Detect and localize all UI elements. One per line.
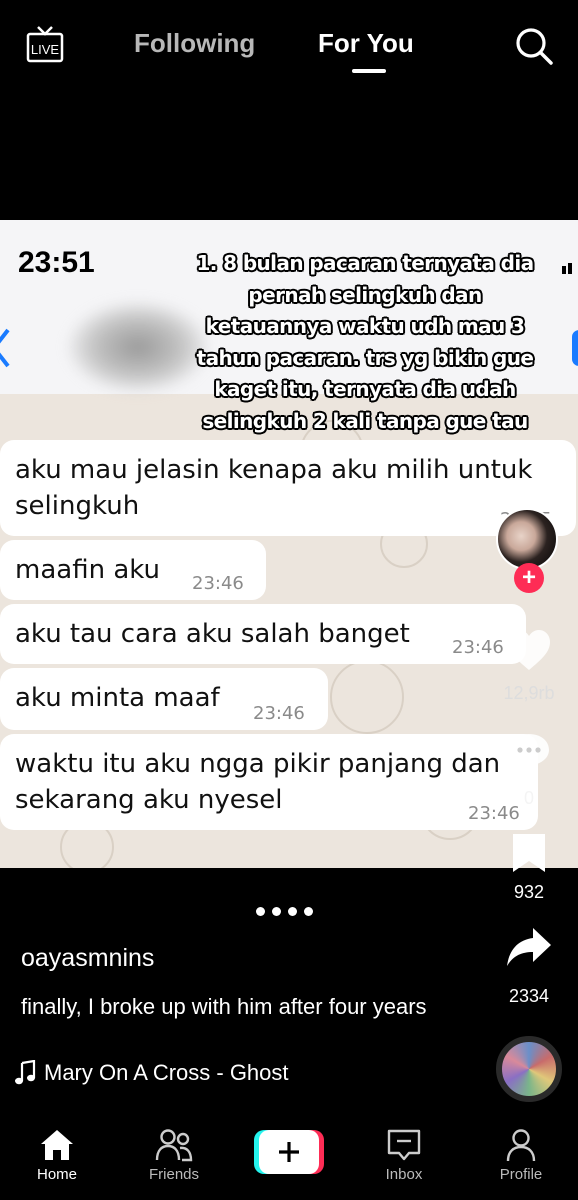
- bookmark-icon[interactable]: [511, 832, 547, 874]
- chat-message: maafin aku 23:46: [0, 540, 266, 600]
- post-description[interactable]: finally, I broke up with him after four …: [21, 994, 427, 1020]
- comment-icon[interactable]: [506, 730, 552, 774]
- tab-for-you[interactable]: For You: [318, 28, 414, 59]
- nav-home[interactable]: Home: [17, 1128, 97, 1183]
- chat-message: waktu itu aku ngga pikir panjang dan sek…: [0, 734, 538, 830]
- creator-avatar[interactable]: [496, 508, 558, 570]
- message-time: 23:46: [253, 703, 305, 724]
- chat-message: aku tau cara aku salah banget 23:46: [0, 604, 526, 664]
- back-chevron-icon: [0, 328, 10, 368]
- caption-line: ketauannya waktu udh mau 3: [205, 314, 525, 338]
- search-icon[interactable]: [514, 26, 554, 66]
- nav-home-label: Home: [36, 1166, 77, 1183]
- status-time: 23:51: [18, 246, 95, 279]
- chat-message: aku minta maaf 23:46: [0, 668, 328, 730]
- music-note-icon: [15, 1060, 36, 1085]
- message-time: 23:46: [192, 573, 244, 594]
- follow-plus-icon[interactable]: +: [514, 563, 544, 593]
- username[interactable]: oayasmnins: [21, 944, 154, 973]
- caption-line: 1. 8 bulan pacaran ternyata dia: [196, 251, 534, 275]
- message-text: sekarang aku nyesel: [15, 785, 283, 815]
- caption-line: kaget itu, ternyata dia udah: [214, 377, 516, 401]
- create-plus-button[interactable]: [254, 1130, 324, 1174]
- nav-inbox[interactable]: Inbox: [364, 1128, 444, 1183]
- video-caption: 1. 8 bulan pacaran ternyata dia pernah s…: [170, 248, 560, 437]
- music-disc[interactable]: [496, 1036, 562, 1102]
- heart-icon[interactable]: [506, 628, 552, 672]
- chat-message: aku mau jelasin kenapa aku milih untuk s…: [0, 440, 576, 536]
- tab-following[interactable]: Following: [134, 28, 255, 59]
- nav-inbox-label: Inbox: [385, 1166, 423, 1183]
- caption-line: pernah selingkuh dan: [248, 282, 482, 307]
- bookmark-count: 932: [513, 882, 545, 902]
- caption-line: selingkuh 2 kali tanpa gue tau: [202, 408, 528, 433]
- home-icon: [41, 1130, 73, 1160]
- message-text: aku mau jelasin kenapa aku milih untuk: [15, 455, 533, 485]
- caption-line: tahun pacaran. trs yg bikin gue: [196, 345, 534, 370]
- friends-icon: [155, 1129, 193, 1162]
- active-tab-indicator: [352, 69, 386, 73]
- comment-count: 0: [523, 788, 534, 808]
- live-label: LIVE: [31, 42, 60, 57]
- like-count: 12,9rb: [503, 683, 555, 703]
- nav-profile[interactable]: Profile: [481, 1128, 561, 1183]
- nav-friends-label: Friends: [148, 1166, 200, 1183]
- message-text: selingkuh: [15, 491, 140, 521]
- live-icon[interactable]: LIVE: [26, 24, 64, 64]
- share-icon[interactable]: [505, 926, 553, 968]
- video-frame[interactable]: 23:51 1. 8 bulan pacaran ternyata dia pe…: [0, 220, 578, 868]
- message-text: aku tau cara aku salah banget: [15, 619, 410, 649]
- nav-profile-label: Profile: [499, 1166, 543, 1183]
- call-icon: [572, 330, 578, 366]
- photo-pagination-dots: [256, 903, 320, 916]
- signal-icon: [562, 263, 572, 274]
- nav-friends[interactable]: Friends: [134, 1128, 214, 1183]
- profile-icon: [506, 1129, 536, 1162]
- message-time: 23:46: [452, 637, 504, 658]
- inbox-icon: [387, 1129, 421, 1161]
- message-text: aku minta maaf: [15, 683, 220, 713]
- music-title[interactable]: Mary On A Cross - Ghost: [44, 1060, 289, 1086]
- message-text: waktu itu aku ngga pikir panjang dan: [15, 749, 501, 779]
- message-text: maafin aku: [15, 555, 160, 585]
- share-count: 2334: [508, 986, 550, 1006]
